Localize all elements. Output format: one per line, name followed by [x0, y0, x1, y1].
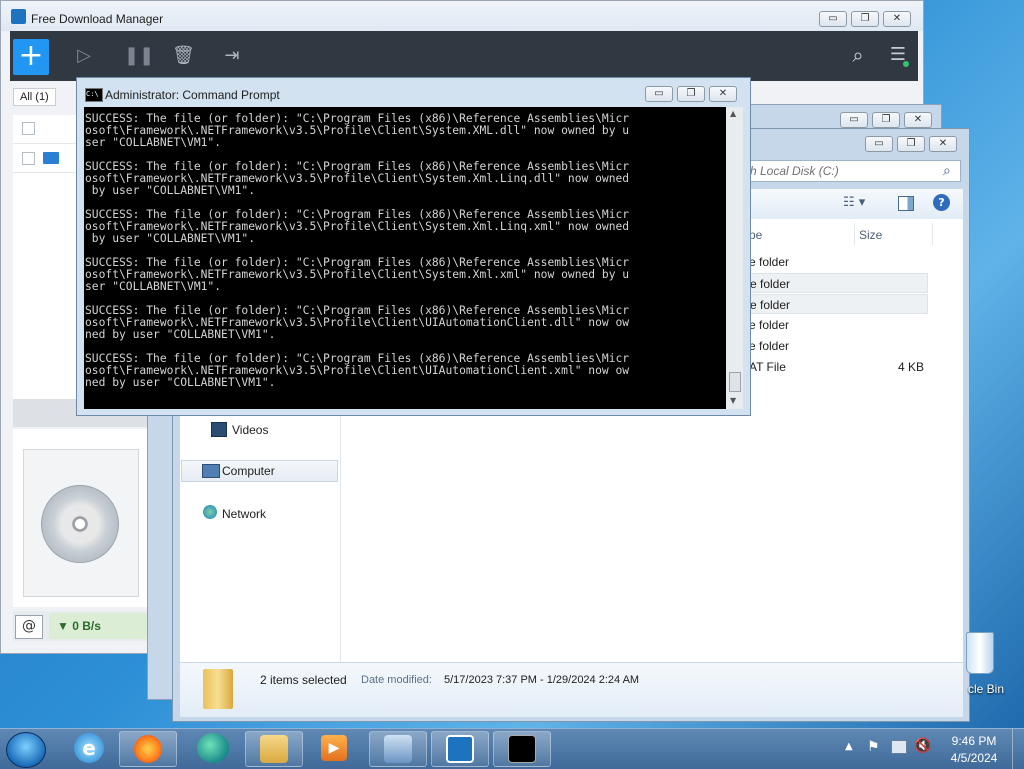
file-size: 4 KB	[897, 360, 924, 374]
ie-icon[interactable]: e	[74, 733, 104, 763]
firefox-icon	[134, 735, 162, 763]
disc-icon	[41, 485, 119, 563]
row-checkbox[interactable]	[22, 152, 35, 165]
tab-all[interactable]: All (1)	[13, 88, 56, 106]
maximize-button[interactable]: ❐	[872, 112, 900, 128]
show-hidden-icons-icon[interactable]: ▲	[845, 741, 853, 752]
minimize-button[interactable]: ▭	[840, 112, 868, 128]
console-output: SUCCESS: The file (or folder): "C:\Progr…	[85, 112, 630, 389]
file-row[interactable]: AT File 4 KB	[746, 357, 928, 377]
maximize-button[interactable]: ❐	[677, 86, 705, 102]
fdm-title: Free Download Manager	[31, 12, 164, 26]
snail-mode-icon[interactable]: @	[15, 615, 43, 639]
search-icon[interactable]: ⌕	[943, 163, 951, 179]
close-button[interactable]: ✕	[883, 11, 911, 27]
preview-pane-icon[interactable]	[898, 196, 914, 211]
maximize-button[interactable]: ❐	[897, 136, 925, 152]
details-pane: 2 items selected Date modified: 5/17/202…	[180, 662, 963, 717]
resume-icon[interactable]: ▷	[74, 46, 94, 66]
start-button[interactable]	[6, 732, 46, 768]
add-download-button[interactable]: +	[13, 39, 49, 75]
videos-icon	[211, 422, 227, 437]
fdm-app-icon	[11, 9, 26, 24]
file-type: e folder	[749, 339, 790, 353]
fdm-app-icon	[446, 735, 474, 763]
selection-count: 2 items selected	[260, 673, 347, 687]
list-header-row	[13, 115, 83, 144]
recycle-bin-label[interactable]: cle Bin	[968, 682, 1004, 696]
taskbar-explorer[interactable]	[245, 731, 303, 767]
file-type: e folder	[749, 255, 790, 269]
vertical-scrollbar[interactable]: ▲ ▼	[726, 107, 743, 409]
media-player-icon[interactable]: ▶	[321, 735, 347, 761]
minimize-button[interactable]: ▭	[645, 86, 673, 102]
date-modified-label: Date modified:	[361, 674, 432, 686]
fdm-toolbar: + ▷ ❚❚ 🗑 ⇥ ⌕ ☰	[10, 31, 918, 81]
cmd-icon	[508, 735, 536, 763]
action-center-flag-icon[interactable]: ⚑	[867, 739, 880, 755]
taskbar-control-panel[interactable]	[369, 731, 427, 767]
control-panel-icon	[384, 735, 412, 763]
network-icon	[203, 505, 217, 519]
scroll-thumb[interactable]	[729, 372, 741, 392]
taskbar: e ▶ ▲ ⚑ 🔇 9:46 PM 4/5/2024	[0, 728, 1024, 769]
taskbar-firefox[interactable]	[119, 731, 177, 767]
minimize-button[interactable]: ▭	[819, 11, 847, 27]
nav-item-computer-label: Computer	[222, 464, 275, 478]
nav-item-computer[interactable]: Computer	[181, 460, 338, 482]
help-icon[interactable]: ?	[933, 194, 950, 211]
download-row[interactable]	[13, 144, 83, 173]
console-output-area[interactable]: SUCCESS: The file (or folder): "C:\Progr…	[84, 107, 726, 409]
status-dot-icon	[903, 61, 909, 67]
nav-item-videos[interactable]: Videos	[232, 423, 268, 437]
pause-icon[interactable]: ❚❚	[124, 46, 154, 66]
file-row[interactable]: e folder	[746, 315, 928, 335]
search-input[interactable]: rch Local Disk (C:)	[733, 160, 961, 182]
scroll-down-arrow-icon[interactable]: ▼	[730, 396, 736, 405]
network-tray-icon[interactable]	[891, 740, 907, 754]
file-row[interactable]: e folder	[746, 336, 928, 356]
close-button[interactable]: ✕	[709, 86, 737, 102]
computer-icon	[202, 464, 220, 478]
nav-item-network[interactable]: Network	[222, 507, 266, 521]
cmd-icon: C:\	[85, 88, 103, 102]
trash-icon[interactable]: 🗑	[172, 46, 195, 66]
fdm-titlebar[interactable]: Free Download Manager ▭ ❐ ✕	[1, 1, 923, 31]
file-type: e folder	[750, 277, 791, 291]
search-icon[interactable]: ⌕	[848, 45, 868, 65]
file-row[interactable]: e folder	[746, 294, 928, 314]
minimize-button[interactable]: ▭	[865, 136, 893, 152]
folder-icon	[203, 669, 233, 709]
edge-icon[interactable]	[197, 733, 229, 763]
clock-date[interactable]: 4/5/2024	[947, 751, 1001, 765]
navigation-pane: Videos Computer Network	[180, 404, 341, 662]
column-header-size[interactable]: Size	[859, 228, 882, 242]
file-type: AT File	[749, 360, 786, 374]
scroll-up-arrow-icon[interactable]: ▲	[730, 109, 736, 118]
file-row[interactable]: e folder	[746, 273, 928, 293]
cmd-title: Administrator: Command Prompt	[105, 88, 280, 102]
folder-icon	[43, 152, 59, 164]
recycle-bin-icon[interactable]	[966, 632, 996, 676]
view-options-icon[interactable]: ☷ ▾	[843, 195, 865, 210]
close-button[interactable]: ✕	[904, 112, 932, 128]
column-header-type[interactable]: pe	[749, 228, 762, 242]
taskbar-fdm[interactable]	[431, 731, 489, 767]
close-button[interactable]: ✕	[929, 136, 957, 152]
file-type: e folder	[749, 318, 790, 332]
select-all-checkbox[interactable]	[22, 122, 35, 135]
show-desktop-button[interactable]	[1012, 729, 1024, 769]
volume-muted-icon[interactable]: 🔇	[914, 738, 931, 754]
file-row[interactable]: e folder	[746, 252, 928, 272]
date-modified-value: 5/17/2023 7:37 PM - 1/29/2024 2:24 AM	[444, 674, 640, 686]
download-speed: ▼ 0 B/s	[49, 613, 149, 639]
command-prompt-window: C:\ Administrator: Command Prompt ▭ ❐ ✕ …	[76, 77, 751, 416]
maximize-button[interactable]: ❐	[851, 11, 879, 27]
move-folder-icon[interactable]: ⇥	[222, 46, 242, 66]
taskbar-cmd[interactable]	[493, 731, 551, 767]
explorer-folder-icon	[260, 735, 288, 763]
file-type: e folder	[750, 298, 791, 312]
clock-time[interactable]: 9:46 PM	[947, 734, 1001, 748]
